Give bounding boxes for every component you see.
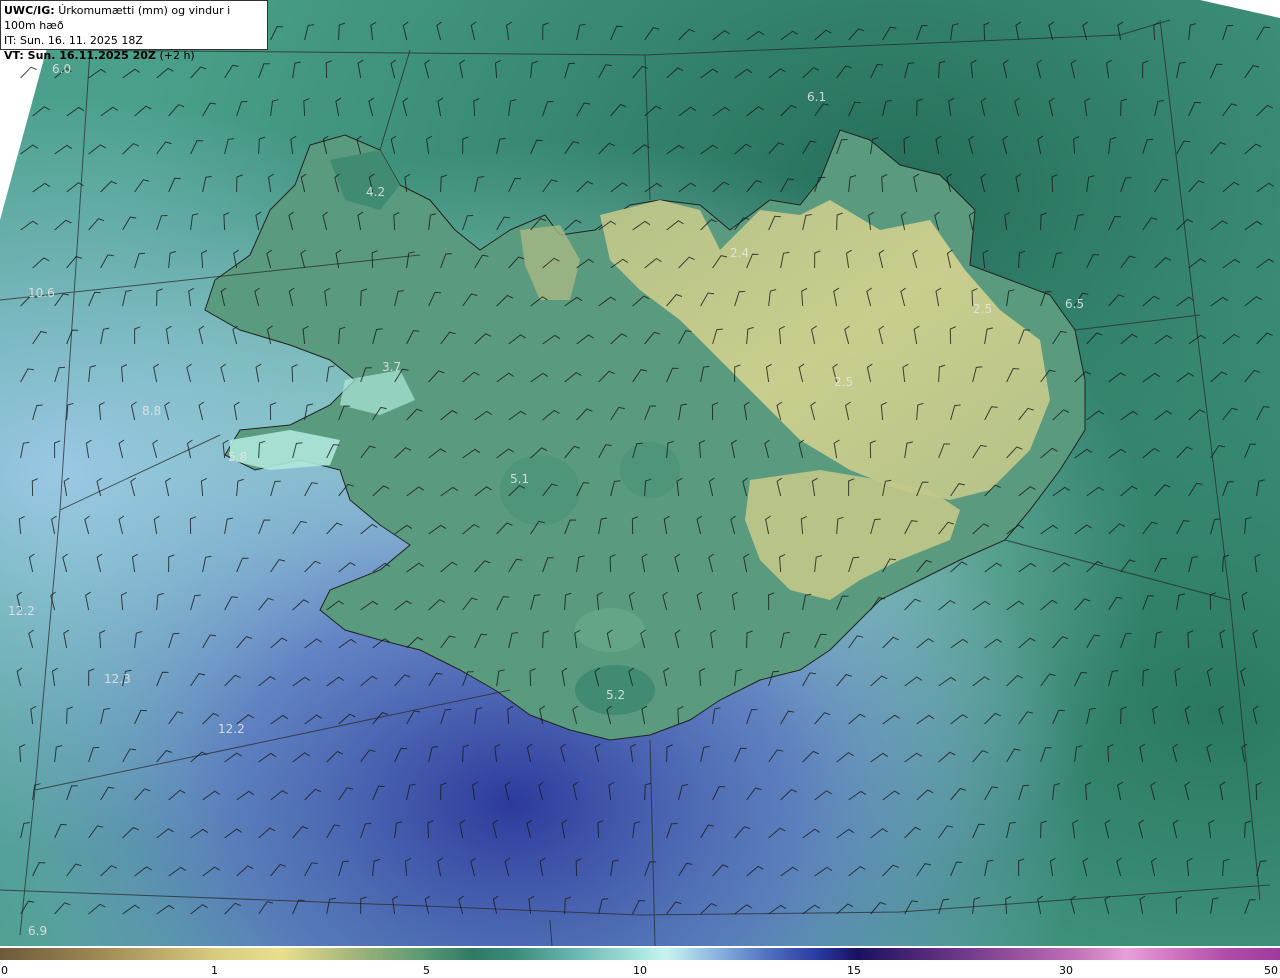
weather-map[interactable]: UWC/IG: Úrkomumætti (mm) og vindur i 100… — [0, 0, 1280, 946]
info-vt-rest: (+2 h) — [159, 49, 195, 62]
colorbar-tick: 10 — [633, 964, 647, 977]
map-canvas — [0, 0, 1280, 946]
colorbar-tick: 0 — [1, 964, 8, 977]
value-label: 2.5 — [973, 302, 993, 316]
colorbar-tick: 30 — [1059, 964, 1073, 977]
info-vt-bold: VT: Sun. 16.11.2025 20Z — [4, 49, 156, 62]
value-label: 5.2 — [606, 688, 626, 702]
value-label: 2.4 — [730, 246, 750, 260]
value-label: 8.8 — [142, 404, 162, 418]
value-label: 6.5 — [1065, 297, 1085, 311]
value-label: 12.2 — [8, 604, 35, 618]
value-label: 2.5 — [834, 375, 854, 389]
map-info-box: UWC/IG: Úrkomumætti (mm) og vindur i 100… — [0, 0, 268, 62]
info-title-bold: UWC/IG: — [4, 4, 55, 17]
colorbar-gradient — [0, 948, 1280, 960]
info-title: UWC/IG: Úrkomumætti (mm) og vindur i 100… — [4, 3, 264, 33]
value-label: 5.1 — [510, 472, 530, 486]
value-label: 12.2 — [218, 722, 245, 736]
value-label: 3.7 — [382, 360, 402, 374]
colorbar-tick: 5 — [423, 964, 430, 977]
info-it-line: IT: Sun. 16. 11. 2025 18Z — [4, 34, 143, 47]
info-vt-line: VT: Sun. 16.11.2025 20Z (+2 h) — [4, 48, 264, 63]
value-label: 6.0 — [52, 62, 72, 76]
colorbar-tick: 50 — [1264, 964, 1278, 977]
value-label: 12.3 — [104, 672, 131, 686]
value-label: 4.2 — [366, 185, 386, 199]
value-label: 6.1 — [807, 90, 827, 104]
colorbar-tick: 15 — [847, 964, 861, 977]
colorbar-tick: 1 — [211, 964, 218, 977]
value-label: 10.6 — [28, 286, 55, 300]
value-label: 5.8 — [228, 450, 248, 464]
value-label: 6.9 — [28, 924, 48, 938]
precip-colorbar: 0 1 5 10 15 30 50 — [0, 946, 1280, 978]
